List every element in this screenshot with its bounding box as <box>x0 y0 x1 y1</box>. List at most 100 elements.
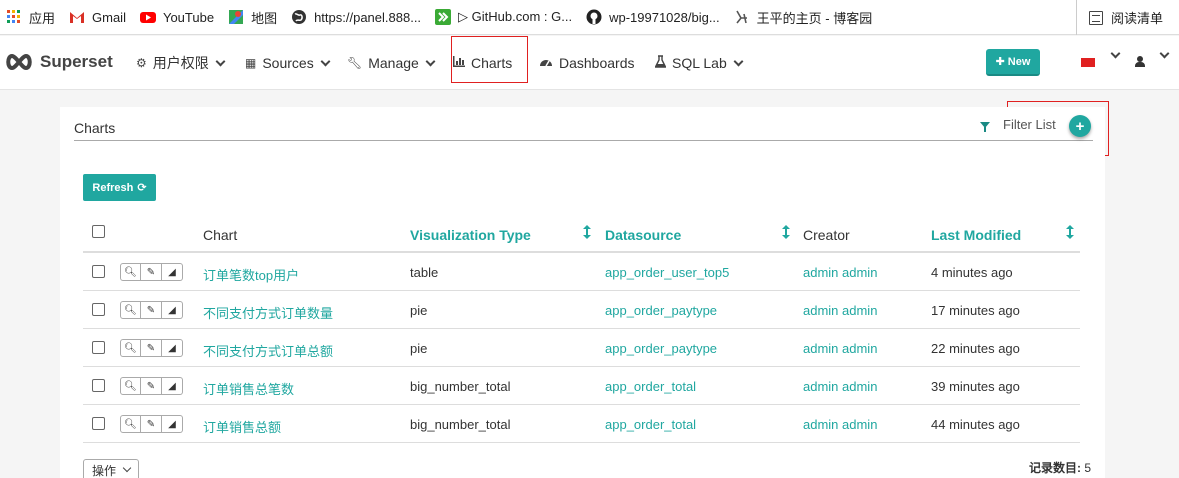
new-button[interactable]: ✚ New <box>986 49 1040 76</box>
sort-icon[interactable] <box>583 225 591 239</box>
bookmark-label: 应用 <box>29 10 56 26</box>
divider <box>74 140 1093 141</box>
dashboard-icon <box>539 56 553 70</box>
datasource-link[interactable]: app_order_paytype <box>605 303 717 318</box>
search-icon[interactable]: 🔍︎ <box>120 301 141 319</box>
edit-icon[interactable]: ✎ <box>141 263 162 281</box>
chevron-down-icon[interactable] <box>1110 48 1121 59</box>
bookmark-cnblogs[interactable]: 王平的主页 - 博客园 <box>728 0 881 35</box>
nav-dashboards[interactable]: Dashboards <box>539 36 635 90</box>
language-flag-icon[interactable] <box>1081 58 1095 67</box>
creator-link[interactable]: admin admin <box>803 265 877 280</box>
bulk-actions-dropdown[interactable]: 操作 <box>83 459 139 478</box>
eraser-icon[interactable]: ◢ <box>162 415 183 433</box>
refresh-button[interactable]: Refresh ⟳ <box>83 174 156 201</box>
chart-name-link[interactable]: 订单笔数top用户 <box>203 265 299 284</box>
chart-name-link[interactable]: 订单销售总笔数 <box>203 379 294 398</box>
edit-icon[interactable]: ✎ <box>141 339 162 357</box>
chart-name-link[interactable]: 不同支付方式订单数量 <box>203 303 333 322</box>
row-checkbox[interactable] <box>92 417 105 430</box>
nav-label: Dashboards <box>559 55 635 71</box>
cnblogs-icon <box>734 9 750 25</box>
nav-charts[interactable]: Charts <box>453 36 512 90</box>
row-checkbox[interactable] <box>92 265 105 278</box>
bookmark-panel[interactable]: https://panel.888... <box>285 0 429 35</box>
charts-panel: Charts Filter List + Refresh ⟳ Chart Vis… <box>60 107 1105 478</box>
edit-icon[interactable]: ✎ <box>141 377 162 395</box>
eraser-icon[interactable]: ◢ <box>162 339 183 357</box>
superset-logo-icon <box>4 53 34 71</box>
row-checkbox[interactable] <box>92 379 105 392</box>
nav-label: Sources <box>262 55 314 71</box>
nav-label: 用户权限 <box>152 55 209 71</box>
plus-icon: ✚ <box>995 56 1005 68</box>
filter-label: Filter List <box>1003 117 1056 132</box>
nav-security[interactable]: ⚙ 用户权限 <box>136 36 226 90</box>
new-label: New <box>1007 55 1031 68</box>
globe-icon <box>291 9 307 25</box>
row-checkbox[interactable] <box>92 303 105 316</box>
datasource-link[interactable]: app_order_total <box>605 417 696 432</box>
user-icon[interactable] <box>1135 56 1145 67</box>
bookmark-github-repo[interactable]: wp-19971028/big... <box>580 0 728 35</box>
nav-sources[interactable]: ▦ Sources <box>245 36 331 90</box>
creator-link[interactable]: admin admin <box>803 303 877 318</box>
datasource-link[interactable]: app_order_paytype <box>605 341 717 356</box>
search-icon[interactable]: 🔍︎ <box>120 339 141 357</box>
select-all-checkbox[interactable] <box>92 225 105 238</box>
plus-icon: + <box>1075 117 1085 135</box>
col-creator: Creator <box>803 227 850 243</box>
creator-link[interactable]: admin admin <box>803 379 877 394</box>
sort-icon[interactable] <box>782 225 790 239</box>
edit-icon[interactable]: ✎ <box>141 301 162 319</box>
last-modified: 44 minutes ago <box>931 417 1020 432</box>
record-count-value: 5 <box>1084 461 1091 475</box>
nav-manage[interactable]: 🔧︎ Manage <box>347 36 436 90</box>
reading-list[interactable]: 阅读清单 <box>1075 0 1163 35</box>
navbar: Superset ⚙ 用户权限 ▦ Sources 🔧︎ Manage Char… <box>0 36 1179 90</box>
chevron-down-icon <box>733 56 744 66</box>
search-icon[interactable]: 🔍︎ <box>120 377 141 395</box>
filter-list-button[interactable]: Filter List <box>980 117 1056 132</box>
col-viz-type[interactable]: Visualization Type <box>410 227 531 243</box>
viz-type: big_number_total <box>410 379 511 394</box>
bookmark-github-com[interactable]: ▷ GitHub.com : G... <box>429 0 580 35</box>
col-last-modified[interactable]: Last Modified <box>931 227 1021 243</box>
nav-label: SQL Lab <box>672 55 727 71</box>
charts-table: Chart Visualization Type Datasource Crea… <box>83 215 1080 443</box>
search-icon[interactable]: 🔍︎ <box>120 415 141 433</box>
creator-link[interactable]: admin admin <box>803 341 877 356</box>
chevron-down-icon[interactable] <box>1159 48 1170 59</box>
flask-icon <box>654 55 667 71</box>
bookmark-gmail[interactable]: Gmail <box>63 0 134 35</box>
datasource-link[interactable]: app_order_user_top5 <box>605 265 729 280</box>
table-row: 🔍︎ ✎ ◢ 不同支付方式订单数量 pie app_order_paytype … <box>83 291 1080 329</box>
edit-icon[interactable]: ✎ <box>141 415 162 433</box>
chart-name-link[interactable]: 订单销售总额 <box>203 417 281 436</box>
eraser-icon[interactable]: ◢ <box>162 377 183 395</box>
record-count-label: 记录数目: <box>1028 461 1081 475</box>
table-icon: ▦ <box>245 56 257 70</box>
reading-list-label: 阅读清单 <box>1110 11 1163 26</box>
col-datasource[interactable]: Datasource <box>605 227 681 243</box>
search-icon[interactable]: 🔍︎ <box>120 263 141 281</box>
cogs-icon: ⚙ <box>136 56 147 70</box>
add-chart-button[interactable]: + <box>1069 115 1091 137</box>
sort-icon[interactable] <box>1066 225 1074 239</box>
row-checkbox[interactable] <box>92 341 105 354</box>
chart-name-link[interactable]: 不同支付方式订单总额 <box>203 341 333 360</box>
brand[interactable]: Superset <box>4 52 113 72</box>
table-header: Chart Visualization Type Datasource Crea… <box>83 215 1080 253</box>
bookmark-youtube[interactable]: YouTube <box>134 0 222 35</box>
bookmark-maps[interactable]: 地图 <box>222 0 285 35</box>
nav-sql-lab[interactable]: SQL Lab <box>654 36 744 90</box>
eraser-icon[interactable]: ◢ <box>162 263 183 281</box>
refresh-label: Refresh <box>92 181 134 194</box>
bookmark-apps[interactable]: 应用 <box>0 0 63 35</box>
wrench-icon: 🔧︎ <box>347 56 363 70</box>
bar-chart-icon <box>453 56 465 70</box>
eraser-icon[interactable]: ◢ <box>162 301 183 319</box>
table-row: 🔍︎ ✎ ◢ 订单笔数top用户 table app_order_user_to… <box>83 253 1080 291</box>
datasource-link[interactable]: app_order_total <box>605 379 696 394</box>
creator-link[interactable]: admin admin <box>803 417 877 432</box>
